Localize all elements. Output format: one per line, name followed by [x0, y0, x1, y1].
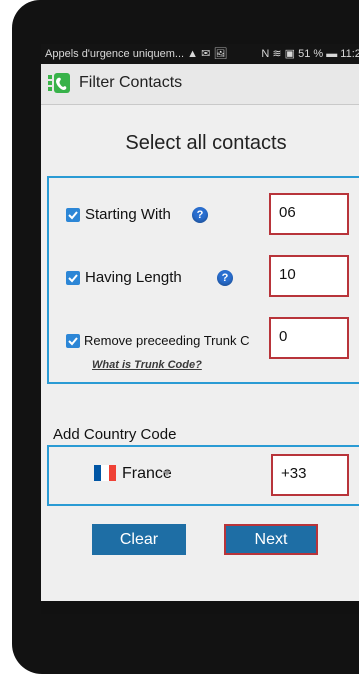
app-title: Filter Contacts	[79, 74, 183, 91]
check-icon	[68, 337, 78, 346]
having-length-label: Having Length	[85, 269, 182, 286]
starting-with-label: Starting With	[85, 206, 171, 223]
starting-with-input[interactable]: 06	[269, 193, 349, 235]
status-right-text: N ≋ ▣ 51 % ▬ 11:26	[261, 48, 359, 60]
check-icon	[68, 274, 78, 283]
status-bar: Appels d'urgence uniquem... ▲ ✉ 🖼 N ≋ ▣ …	[41, 44, 359, 64]
remove-trunk-input[interactable]: 0	[269, 317, 349, 359]
starting-with-checkbox[interactable]	[66, 208, 80, 222]
dropdown-caret-icon[interactable]	[163, 471, 171, 476]
phone-app-icon	[48, 73, 70, 93]
france-flag-icon	[94, 465, 116, 481]
remove-trunk-label: Remove preceeding Trunk C	[84, 333, 250, 348]
country-code-input[interactable]: +33	[271, 454, 349, 496]
phone-frame: Appels d'urgence uniquem... ▲ ✉ 🖼 N ≋ ▣ …	[12, 0, 359, 674]
check-icon	[68, 211, 78, 220]
having-length-checkbox[interactable]	[66, 271, 80, 285]
screen: Appels d'urgence uniquem... ▲ ✉ 🖼 N ≋ ▣ …	[41, 44, 359, 614]
nav-bar	[41, 601, 359, 614]
starting-with-help-icon[interactable]: ?	[192, 207, 208, 223]
select-all-contacts[interactable]: Select all contacts	[41, 132, 359, 155]
next-button[interactable]: Next	[224, 524, 318, 555]
status-carrier-text: Appels d'urgence uniquem... ▲ ✉ 🖼	[45, 48, 228, 60]
clear-button[interactable]: Clear	[92, 524, 186, 555]
what-is-trunk-code-link[interactable]: What is Trunk Code?	[92, 359, 202, 371]
remove-trunk-checkbox[interactable]	[66, 334, 80, 348]
having-length-help-icon[interactable]: ?	[217, 270, 233, 286]
add-country-code-label: Add Country Code	[53, 426, 177, 443]
app-bar: Filter Contacts	[41, 64, 359, 105]
having-length-input[interactable]: 10	[269, 255, 349, 297]
